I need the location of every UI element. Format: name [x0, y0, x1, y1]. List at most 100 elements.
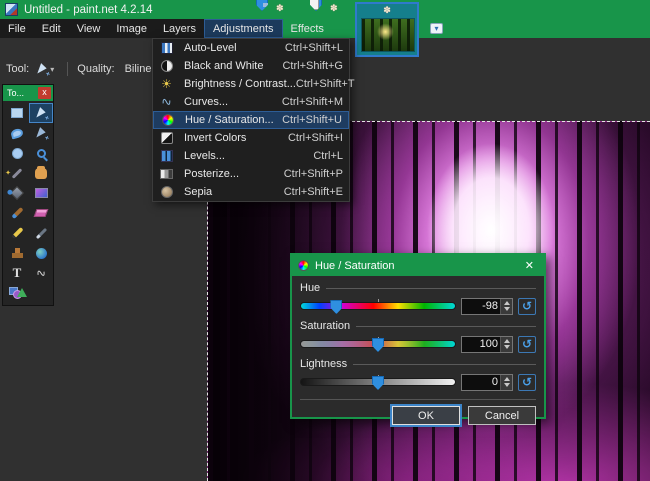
- menu-item-invert-colors[interactable]: Invert Colors Ctrl+Shift+I: [153, 129, 349, 147]
- tool-gradient[interactable]: [29, 183, 53, 203]
- sun-icon: ☀: [159, 77, 174, 91]
- umbrella-dot: [302, 6, 307, 11]
- tool-move-selected-pixels[interactable]: [29, 103, 53, 123]
- saturation-slider[interactable]: [300, 340, 456, 348]
- magnifier-icon: [37, 149, 46, 158]
- unsaved-flower-icon: ✽: [330, 4, 338, 13]
- saturation-reset-button[interactable]: ↺: [518, 336, 536, 353]
- black-white-icon: [159, 59, 174, 73]
- cancel-button[interactable]: Cancel: [468, 406, 536, 425]
- menu-item-label: Levels...: [184, 150, 313, 162]
- popup-overlay: [305, 0, 319, 10]
- menu-item-levels[interactable]: Levels... Ctrl+L: [153, 147, 349, 165]
- lightness-slider[interactable]: [300, 378, 456, 386]
- curves-icon: ∿: [157, 93, 175, 110]
- slider-center-tick: [378, 299, 379, 302]
- tool-lasso-select[interactable]: [5, 123, 29, 143]
- tool-label: Tool:: [6, 63, 29, 75]
- menu-item-hue-saturation[interactable]: Hue / Saturation... Ctrl+Shift+U: [153, 111, 349, 129]
- spinner-up-icon[interactable]: [504, 377, 510, 381]
- menu-item-shortcut: Ctrl+Shift+P: [284, 168, 343, 180]
- tool-eraser[interactable]: [29, 203, 53, 223]
- spinner-down-icon[interactable]: [504, 383, 510, 387]
- menu-edit[interactable]: Edit: [34, 19, 69, 38]
- menu-adjustments[interactable]: Adjustments: [204, 19, 283, 38]
- shapes-icon: [9, 286, 25, 300]
- hue-value-input[interactable]: [462, 299, 500, 314]
- menu-item-shortcut: Ctrl+Shift+L: [285, 42, 343, 54]
- dialog-titlebar[interactable]: Hue / Saturation ✕: [292, 255, 544, 276]
- menu-item-curves[interactable]: ∿ Curves... Ctrl+Shift+M: [153, 93, 349, 111]
- menu-item-black-and-white[interactable]: Black and White Ctrl+Shift+G: [153, 57, 349, 75]
- divider: [353, 364, 536, 365]
- menu-layers[interactable]: Layers: [155, 19, 204, 38]
- menu-item-label: Invert Colors: [184, 132, 288, 144]
- spinner: [500, 375, 512, 390]
- tool-pencil[interactable]: [5, 223, 29, 243]
- tool-line-curve[interactable]: ∿: [29, 263, 53, 283]
- hue-slider[interactable]: [300, 302, 456, 310]
- tool-magic-wand[interactable]: [5, 163, 29, 183]
- menu-item-shortcut: Ctrl+Shift+T: [296, 78, 355, 90]
- tool-pan[interactable]: [29, 163, 53, 183]
- eyedropper-icon: [35, 227, 46, 238]
- dialog-footer: OK Cancel: [300, 399, 536, 425]
- dialog-body: Hue ↺ Saturation: [292, 276, 544, 394]
- close-icon[interactable]: x: [38, 87, 51, 99]
- levels-icon: [159, 149, 174, 163]
- tool-shapes[interactable]: [5, 283, 29, 303]
- tool-color-picker[interactable]: [29, 223, 53, 243]
- recolor-icon: [36, 248, 47, 259]
- menu-bar: File Edit View Image Layers Adjustments …: [0, 19, 258, 38]
- tool-clone-stamp[interactable]: [5, 243, 29, 263]
- menu-item-label: Auto-Level: [184, 42, 285, 54]
- menu-effects[interactable]: Effects: [283, 19, 332, 38]
- saturation-value-input[interactable]: [462, 337, 500, 352]
- move-pixels-icon: [36, 107, 46, 120]
- menu-item-shortcut: Ctrl+L: [313, 150, 343, 162]
- menu-image[interactable]: Image: [108, 19, 155, 38]
- tool-ellipse-select[interactable]: [5, 143, 29, 163]
- lightness-slider-thumb[interactable]: [372, 376, 384, 390]
- menu-item-sepia[interactable]: Sepia Ctrl+Shift+E: [153, 183, 349, 201]
- image-thumbnail-2[interactable]: [310, 0, 322, 11]
- tool-paintbrush[interactable]: [5, 203, 29, 223]
- menu-item-label: Brightness / Contrast...: [184, 78, 296, 90]
- spinner-up-icon[interactable]: [504, 339, 510, 343]
- menu-file[interactable]: File: [0, 19, 34, 38]
- spinner-up-icon[interactable]: [504, 301, 510, 305]
- hue-reset-button[interactable]: ↺: [518, 298, 536, 315]
- paintbrush-icon: [11, 207, 23, 219]
- tool-move-selection[interactable]: [29, 123, 53, 143]
- tools-palette-titlebar[interactable]: To... x: [3, 85, 53, 101]
- hue-slider-thumb[interactable]: [330, 300, 342, 314]
- menu-item-brightness-contrast[interactable]: ☀ Brightness / Contrast... Ctrl+Shift+T: [153, 75, 349, 93]
- close-icon[interactable]: ✕: [521, 259, 538, 272]
- divider: [326, 288, 536, 289]
- current-tool-button[interactable]: ▾: [35, 62, 58, 77]
- tool-zoom[interactable]: [29, 143, 53, 163]
- lightness-reset-button[interactable]: ↺: [518, 374, 536, 391]
- eraser-icon: [34, 209, 49, 217]
- menu-item-label: Curves...: [184, 96, 282, 108]
- lightness-value-input[interactable]: [462, 375, 500, 390]
- tool-empty-cell: [29, 283, 53, 303]
- menu-view[interactable]: View: [69, 19, 109, 38]
- spinner-down-icon[interactable]: [504, 345, 510, 349]
- ok-button[interactable]: OK: [392, 406, 460, 425]
- text-tool-icon: T: [13, 265, 22, 281]
- tool-recolor[interactable]: [29, 243, 53, 263]
- image-thumbnail-3-active[interactable]: ✽: [355, 2, 419, 57]
- image-list-chevron-icon[interactable]: ▾: [430, 23, 443, 34]
- tool-rectangle-select[interactable]: [5, 103, 29, 123]
- adjustments-dropdown-menu: Auto-Level Ctrl+Shift+L Black and White …: [152, 38, 350, 202]
- menu-item-auto-level[interactable]: Auto-Level Ctrl+Shift+L: [153, 39, 349, 57]
- saturation-slider-thumb[interactable]: [372, 338, 384, 352]
- spinner: [500, 337, 512, 352]
- tool-paint-bucket[interactable]: [5, 183, 29, 203]
- menu-item-posterize[interactable]: Posterize... Ctrl+Shift+P: [153, 165, 349, 183]
- tool-text[interactable]: T: [5, 263, 29, 283]
- spinner-down-icon[interactable]: [504, 307, 510, 311]
- image-thumbnail-1[interactable]: [256, 0, 268, 11]
- hue-label: Hue: [300, 282, 320, 294]
